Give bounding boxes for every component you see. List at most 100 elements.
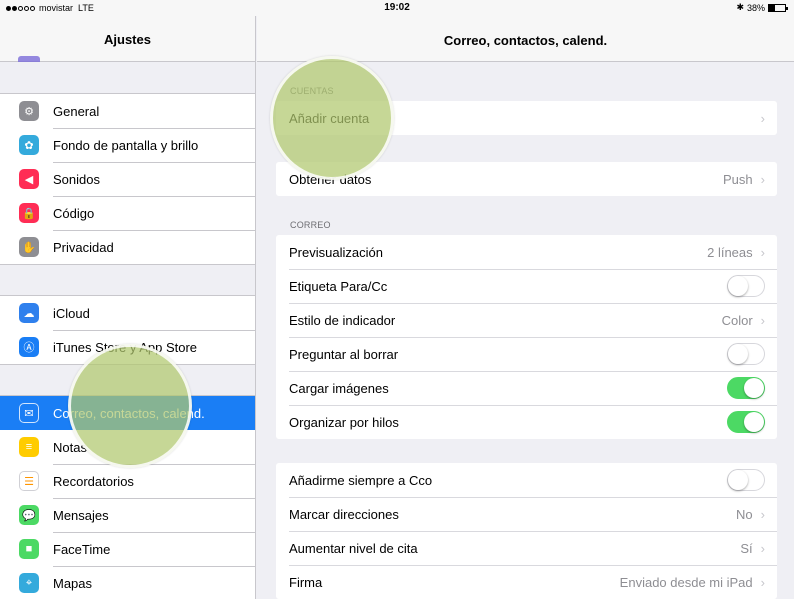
etiqueta-para-cc-label: Etiqueta Para/Cc: [289, 278, 388, 294]
notes-icon: ≡: [19, 437, 39, 457]
sidebar-item-notas[interactable]: ≡ Notas: [0, 430, 255, 464]
marcar-direcciones-row[interactable]: Marcar direcciones No ›: [276, 497, 777, 531]
etiqueta-para-cc-toggle[interactable]: [727, 275, 765, 297]
sidebar-item-label: Mapas: [53, 575, 93, 591]
sidebar-item-icloud[interactable]: ☁ iCloud: [0, 296, 255, 330]
firma-row[interactable]: Firma Enviado desde mi iPad ›: [276, 565, 777, 599]
estilo-de-indicador-row[interactable]: Estilo de indicador Color ›: [276, 303, 777, 337]
aumentar-nivel-de-cita-row[interactable]: Aumentar nivel de cita Sí ›: [276, 531, 777, 565]
bluetooth-icon: ✱: [736, 2, 744, 12]
sidebar-header: Ajustes: [0, 16, 255, 62]
firma-label: Firma: [289, 574, 323, 590]
sidebar-item-itunes-store-y-app-store[interactable]: ⒶiTunes Store y App Store: [0, 330, 255, 364]
marcar-direcciones-value: No: [736, 506, 753, 522]
previsualizacion-label: Previsualización: [289, 244, 383, 260]
sidebar-item-label: iTunes Store y App Store: [53, 339, 198, 355]
preguntar-al-borrar-row: Preguntar al borrar: [276, 337, 777, 371]
chevron-right-icon: ›: [760, 506, 765, 522]
sidebar-item-label: Recordatorios: [53, 473, 134, 489]
sidebar-item-label: General: [53, 103, 100, 119]
battery-percent: 38%: [746, 2, 765, 13]
list-icon: ☰: [19, 471, 39, 491]
anadirme-siempre-a-cco-label: Añadirme siempre a Cco: [289, 472, 433, 488]
sidebar-item-label: Fondo de pantalla y brillo: [53, 137, 199, 153]
sidebar-item-correo-contactos-calend[interactable]: ✉ Correo, contactos, calend.: [0, 396, 255, 430]
sidebar-item-label: Privacidad: [53, 239, 114, 255]
sidebar-item-label: FaceTime: [53, 541, 111, 557]
section-header-correo: CORREO: [290, 220, 331, 230]
clock: 19:02: [384, 2, 410, 13]
cloud-icon: ☁: [19, 303, 39, 323]
sidebar-item-general[interactable]: ⚙ General: [0, 94, 255, 128]
sidebar-item-label: Mensajes: [53, 507, 109, 523]
flower-icon: ✿: [19, 135, 39, 155]
sidebar-item-privacidad[interactable]: ✋ Privacidad: [0, 230, 255, 264]
cargar-imagenes-row: Cargar imágenes: [276, 371, 777, 405]
chevron-right-icon: ›: [760, 574, 765, 590]
fetch-group: Obtener datos Push ›: [276, 162, 777, 196]
sidebar-groups: ⚙ General ✿ Fondo de pantalla y brillo ◀ Soni…: [0, 62, 255, 599]
toggle-knob: [728, 344, 748, 364]
sidebar-item-recordatorios[interactable]: ☰ Recordatorios: [0, 464, 255, 498]
etiqueta-para-cc-row: Etiqueta Para/Cc: [276, 269, 777, 303]
sidebar-item-label: Sonidos: [53, 171, 100, 187]
sidebar-item-fondo-de-pantalla-y-brillo[interactable]: ✿ Fondo de pantalla y brillo: [0, 128, 255, 162]
previsualizacion-value: 2 líneas: [707, 244, 753, 260]
toggle-knob: [744, 412, 764, 432]
sidebar-item-sonidos[interactable]: ◀ Sonidos: [0, 162, 255, 196]
anadirme-siempre-a-cco-toggle[interactable]: [727, 469, 765, 491]
lock-icon: 🔒: [19, 203, 39, 223]
preguntar-al-borrar-label: Preguntar al borrar: [289, 346, 399, 362]
status-right: ✱ 38%: [736, 2, 788, 13]
aumentar-nivel-de-cita-label: Aumentar nivel de cita: [289, 540, 418, 556]
sidebar-item-label: Notas: [53, 439, 87, 455]
fetch-data-label: Obtener datos: [289, 171, 372, 187]
estilo-de-indicador-label: Estilo de indicador: [289, 312, 396, 328]
sidebar-item-label: Código: [53, 205, 95, 221]
add-account-label: Añadir cuenta: [289, 110, 370, 126]
sidebar-item-label: iCloud: [53, 305, 90, 321]
organizar-por-hilos-toggle[interactable]: [727, 411, 765, 433]
cargar-imagenes-label: Cargar imágenes: [289, 380, 389, 396]
preguntar-al-borrar-toggle[interactable]: [727, 343, 765, 365]
video-icon: ■: [19, 539, 39, 559]
message-icon: 💬: [19, 505, 39, 525]
section-header-cuentas: CUENTAS: [290, 86, 334, 96]
cargar-imagenes-toggle[interactable]: [727, 377, 765, 399]
fetch-data-row[interactable]: Obtener datos Push ›: [276, 162, 777, 196]
status-bar: movistar LTE 19:02 ✱ 38%: [0, 0, 794, 16]
battery-icon: [768, 3, 788, 12]
sidebar-item-mapas[interactable]: ⌖ Mapas: [0, 566, 255, 599]
map-icon: ⌖: [19, 573, 39, 593]
detail-header: Correo, contactos, calend.: [257, 16, 794, 62]
page-title: Correo, contactos, calend.: [443, 33, 608, 48]
chevron-right-icon: ›: [760, 312, 765, 328]
sidebar-title: Ajustes: [104, 32, 151, 47]
sidebar-item-mensajes[interactable]: 💬 Mensajes: [0, 498, 255, 532]
sidebar-item-label: Correo, contactos, calend.: [53, 405, 205, 421]
hand-icon: ✋: [19, 237, 39, 257]
toggle-knob: [728, 276, 748, 296]
organizar-por-hilos-label: Organizar por hilos: [289, 414, 399, 430]
mail-extra-options-group: Añadirme siempre a Cco Marcar direcciones…: [276, 463, 777, 599]
chevron-right-icon: ›: [760, 244, 765, 260]
anadirme-siempre-a-cco-row: Añadirme siempre a Cco: [276, 463, 777, 497]
chevron-right-icon: ›: [760, 110, 765, 126]
sidebar-group: ⚙ General ✿ Fondo de pantalla y brillo ◀ Soni…: [0, 93, 255, 265]
sidebar-item-facetime[interactable]: ■ FaceTime: [0, 532, 255, 566]
sidebar-item-c-digo[interactable]: 🔒 Código: [0, 196, 255, 230]
settings-sidebar: Ajustes ⚙ General ✿ Fondo de pantalla y bri…: [0, 16, 256, 599]
mail-icon: ✉: [19, 403, 39, 423]
chevron-right-icon: ›: [760, 171, 765, 187]
gear-icon: ⚙: [19, 101, 39, 121]
marcar-direcciones-label: Marcar direcciones: [289, 506, 399, 522]
accounts-group: Añadir cuenta ›: [276, 101, 777, 135]
previsualizacion-row[interactable]: Previsualización 2 líneas ›: [276, 235, 777, 269]
estilo-de-indicador-value: Color: [721, 312, 753, 328]
fetch-data-value: Push: [723, 171, 753, 187]
sidebar-group: ☁ iCloud ⒶiTunes Store y App Store: [0, 295, 255, 365]
add-account-row[interactable]: Añadir cuenta ›: [276, 101, 777, 135]
